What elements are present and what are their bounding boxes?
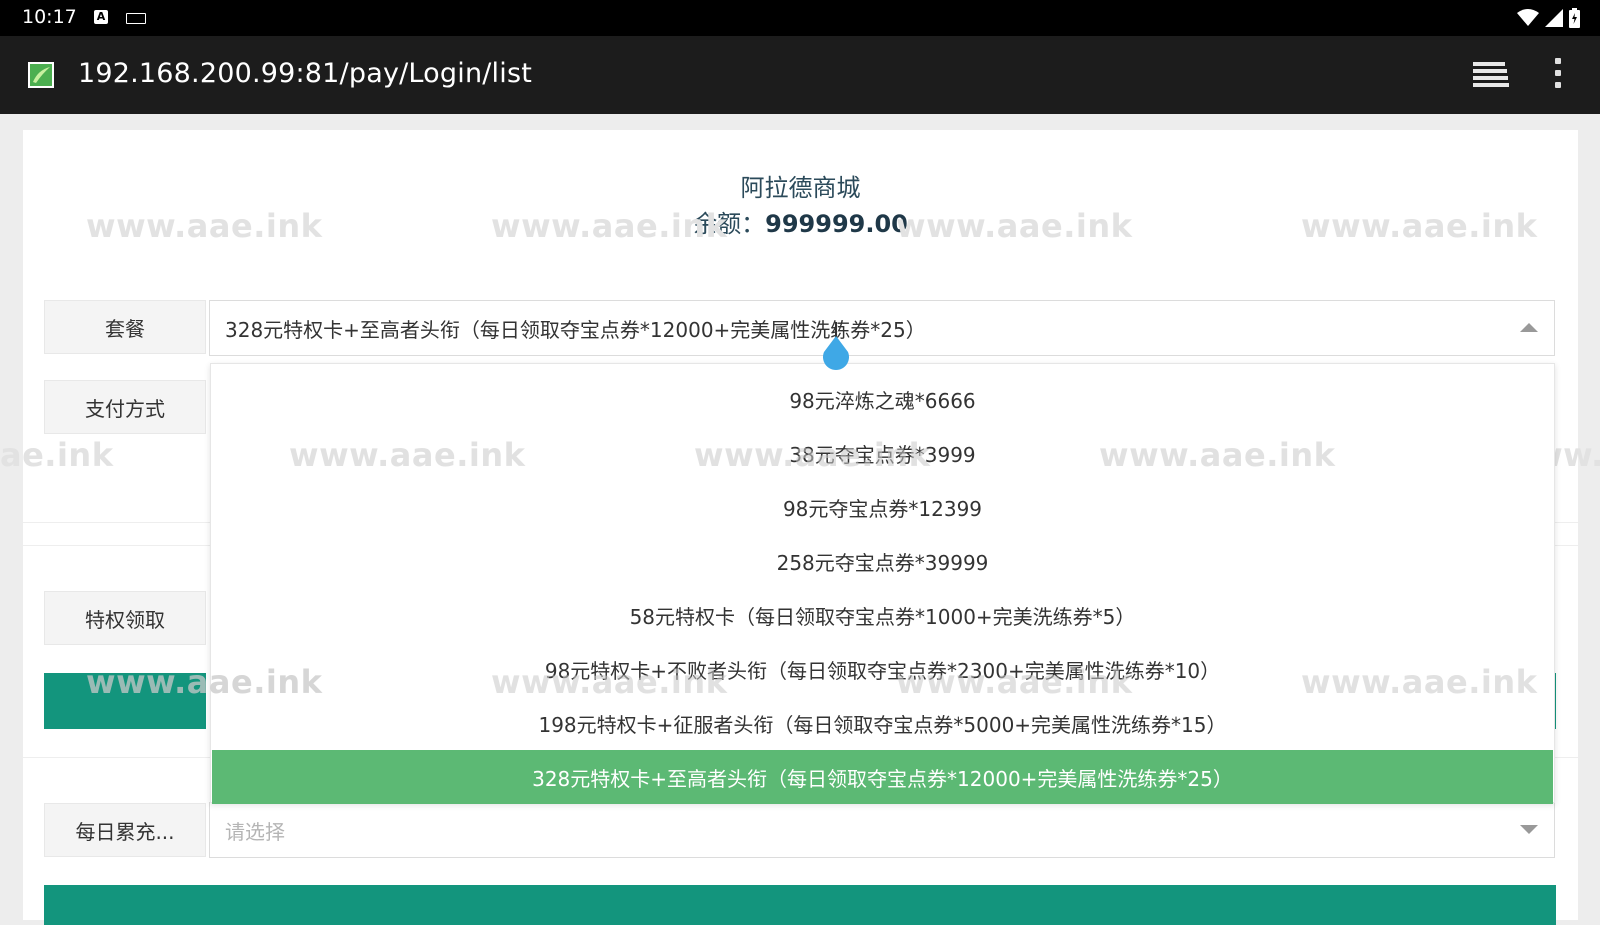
caret-down-icon [1520, 825, 1538, 834]
battery-icon [1569, 8, 1580, 28]
balance-label: 余额： [693, 210, 766, 238]
dropdown-option[interactable]: 98元淬炼之魂*6666 [211, 372, 1554, 426]
keyboard-icon [126, 13, 146, 24]
browser-address-bar: 192.168.200.99:81/pay/Login/list [0, 36, 1600, 114]
dropdown-option[interactable]: 98元夺宝点券*12399 [211, 480, 1554, 534]
tabs-icon[interactable] [1473, 60, 1509, 88]
privilege-label: 特权领取 [44, 591, 206, 645]
text-cursor-handle-icon[interactable] [820, 322, 852, 374]
shop-title: 阿拉德商城 [740, 174, 861, 202]
balance: 余额：999999.00 [23, 204, 1578, 239]
status-time: 10:17 [22, 6, 77, 28]
dropdown-option[interactable]: 98元特权卡+不败者头衔（每日领取夺宝点券*2300+完美属性洗练券*10） [211, 642, 1554, 696]
wifi-icon [1517, 9, 1539, 26]
privilege-submit-button[interactable] [44, 673, 206, 729]
status-bar: 10:17 A [0, 0, 1600, 36]
dropdown-option[interactable]: 198元特权卡+征服者头衔（每日领取夺宝点券*5000+完美属性洗练券*15） [211, 696, 1554, 750]
dropdown-option[interactable]: 58元特权卡（每日领取夺宝点券*1000+完美洗练券*5） [211, 588, 1554, 642]
daily-select[interactable]: 请选择 [209, 802, 1555, 858]
site-favicon [28, 62, 54, 88]
signal-icon [1545, 9, 1563, 27]
package-select[interactable]: 328元特权卡+至高者头衔（每日领取夺宝点券*12000+完美属性洗练券*25） [209, 300, 1555, 356]
payment-label: 支付方式 [44, 380, 206, 434]
balance-value: 999999.00 [765, 210, 908, 238]
daily-submit-button[interactable] [44, 885, 1556, 925]
url-text[interactable]: 192.168.200.99:81/pay/Login/list [78, 58, 532, 89]
overflow-menu-icon[interactable] [1555, 58, 1563, 92]
dropdown-option[interactable]: 258元夺宝点券*39999 [211, 534, 1554, 588]
package-dropdown-list: 98元淬炼之魂*6666 38元夺宝点券*3999 98元夺宝点券*12399 … [210, 363, 1555, 804]
dropdown-option-selected[interactable]: 328元特权卡+至高者头衔（每日领取夺宝点券*12000+完美属性洗练券*25） [212, 750, 1553, 804]
daily-label: 每日累充... [44, 803, 206, 857]
dropdown-option[interactable]: 38元夺宝点券*3999 [211, 426, 1554, 480]
daily-placeholder: 请选择 [225, 819, 285, 844]
a-notification-icon: A [94, 10, 108, 24]
package-label: 套餐 [44, 300, 206, 354]
caret-up-icon [1520, 323, 1538, 332]
